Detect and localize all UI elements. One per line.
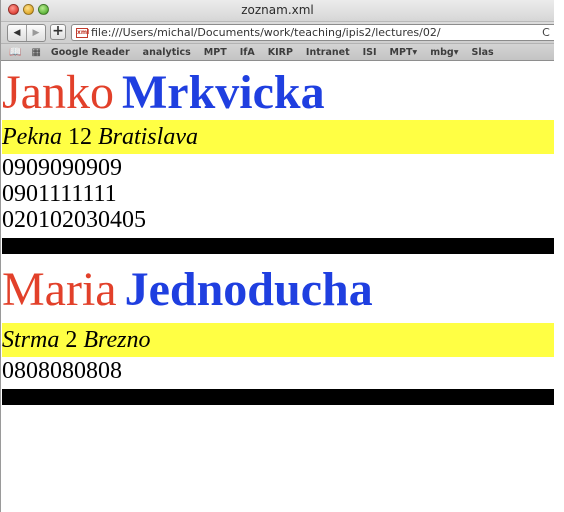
phone-number: 0808080808 <box>2 358 122 384</box>
first-name: Maria <box>2 263 117 316</box>
address: Strma 2 Brezno <box>2 323 554 357</box>
last-name: Jednoducha <box>124 263 373 316</box>
reading-list-icon[interactable]: 📖 <box>9 47 21 58</box>
xml-file-icon: xml <box>76 27 90 38</box>
address-bar[interactable]: xml file:///Users/michal/Documents/work/… <box>71 24 554 41</box>
window-title: zoznam.xml <box>241 3 314 17</box>
bookmark-item[interactable]: MPT <box>204 47 227 58</box>
browser-window: zoznam.xml ◀ ▶ + xml file:///Users/micha… <box>0 0 554 512</box>
back-button[interactable]: ◀ <box>8 25 26 41</box>
person-name: Janko Mrkvicka <box>2 61 554 120</box>
city: Brezno <box>83 327 151 353</box>
bookmark-item[interactable]: ISI <box>363 47 377 58</box>
nav-buttons: ◀ ▶ <box>7 24 46 42</box>
bookmark-item[interactable]: Google Reader <box>51 47 130 58</box>
bookmark-item[interactable]: MPT▾ <box>390 47 418 58</box>
phone-number: 0909090909 <box>2 155 122 181</box>
last-name: Mrkvicka <box>121 66 325 119</box>
bookmark-item[interactable]: IfA <box>240 47 255 58</box>
record-divider <box>2 238 554 254</box>
house-number: 2 <box>65 327 78 353</box>
street: Pekna <box>2 124 62 150</box>
title-bar: zoznam.xml <box>1 0 554 22</box>
page-content: Janko Mrkvicka Pekna 12 Bratislava 090909… <box>2 61 554 512</box>
address: Pekna 12 Bratislava <box>2 120 554 154</box>
bookmark-item[interactable]: mbg▾ <box>430 47 458 58</box>
record-divider <box>2 389 554 405</box>
person-record: Maria Jednoducha Strma 2 Brezno 080808080… <box>2 254 554 405</box>
bookmarks-bar: 📖 ▦ Google Reader analytics MPT IfA KIRP… <box>1 44 554 61</box>
bookmark-item[interactable]: Intranet <box>306 47 350 58</box>
phone-number: 0901111111 <box>2 181 117 207</box>
person-record: Janko Mrkvicka Pekna 12 Bratislava 090909… <box>2 61 554 254</box>
phone-number: 020102030405 <box>2 207 146 233</box>
toolbar: ◀ ▶ + xml file:///Users/michal/Documents… <box>1 22 554 44</box>
bookmark-item[interactable]: Slas <box>471 47 493 58</box>
bookmark-item[interactable]: KIRP <box>268 47 293 58</box>
city: Bratislava <box>97 124 198 150</box>
first-name: Janko <box>2 66 114 119</box>
add-bookmark-button[interactable]: + <box>50 24 66 40</box>
reload-icon[interactable]: C <box>538 26 554 39</box>
forward-button[interactable]: ▶ <box>26 25 45 41</box>
person-name: Maria Jednoducha <box>2 254 554 323</box>
street: Strma <box>2 327 60 353</box>
url-text[interactable]: file:///Users/michal/Documents/work/teac… <box>91 26 538 39</box>
bookmark-item[interactable]: analytics <box>143 47 191 58</box>
top-sites-icon[interactable]: ▦ <box>31 47 40 58</box>
house-number: 12 <box>67 124 92 150</box>
